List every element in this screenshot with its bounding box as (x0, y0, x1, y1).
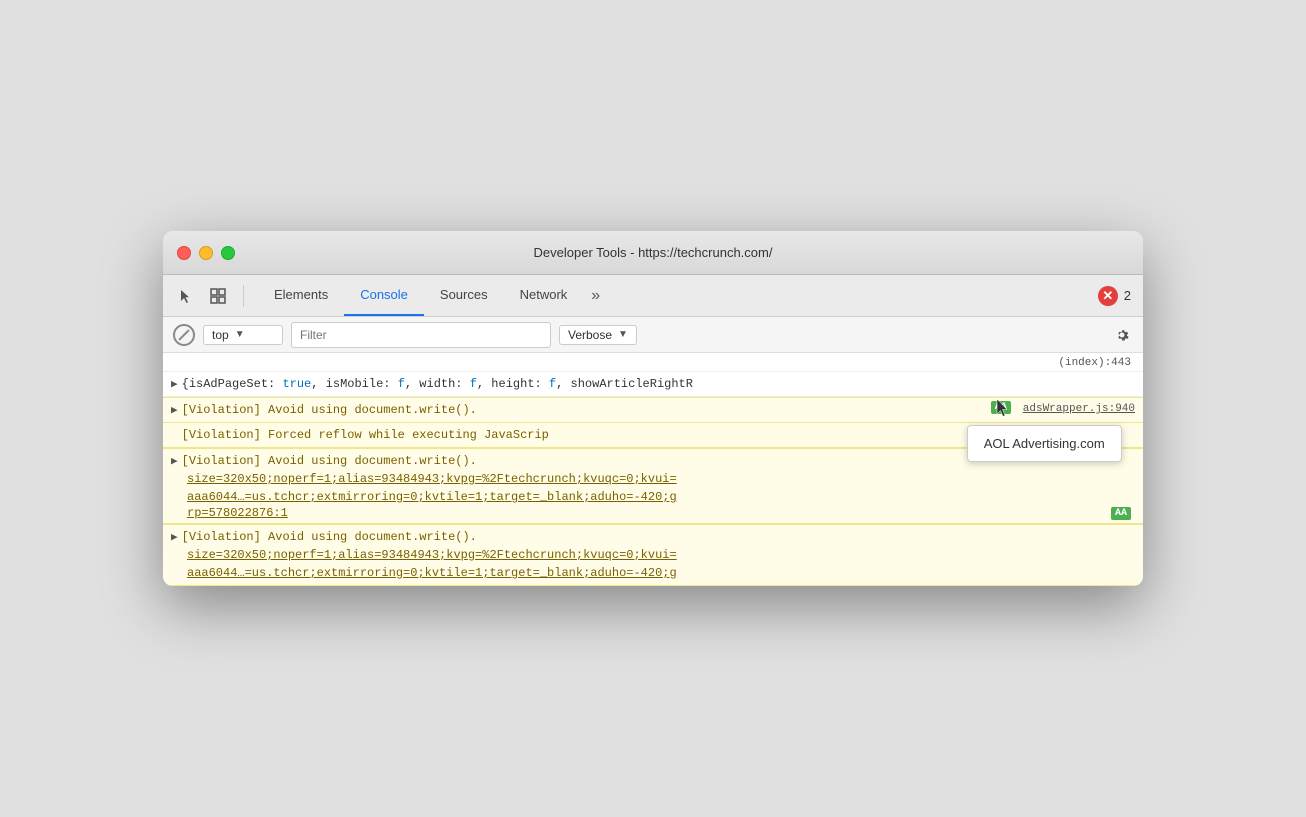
verbose-selector[interactable]: Verbose ▼ (559, 325, 637, 345)
log-row-violation-3: ▶ [Violation] Avoid using document.write… (163, 524, 1143, 586)
log-text: {isAdPageSet: true, isMobile: f, width: … (182, 375, 1135, 393)
window-title: Developer Tools - https://techcrunch.com… (534, 245, 773, 260)
tabs-container: Elements Console Sources Network » (258, 275, 1088, 316)
error-count: 2 (1124, 288, 1131, 303)
devtools-window: Developer Tools - https://techcrunch.com… (163, 231, 1143, 586)
tab-sources[interactable]: Sources (424, 275, 504, 316)
minimize-button[interactable] (199, 246, 213, 260)
index-line: (index):443 (163, 353, 1143, 372)
toolbar-divider (243, 285, 244, 307)
tab-network[interactable]: Network (504, 275, 584, 316)
error-badge: ✕ 2 (1098, 286, 1131, 306)
more-tabs-button[interactable]: » (583, 275, 608, 316)
expand-arrow-3[interactable]: ▶ (171, 528, 178, 544)
titlebar: Developer Tools - https://techcrunch.com… (163, 231, 1143, 275)
cursor-tool-icon[interactable] (175, 285, 197, 307)
log-url-2: aaa6044…=us.tchcr;extmirroring=0;kvtile=… (187, 488, 677, 506)
expand-arrow[interactable]: ▶ (171, 375, 178, 391)
log-row-object: ▶ {isAdPageSet: true, isMobile: f, width… (163, 372, 1143, 397)
maximize-button[interactable] (221, 246, 235, 260)
aa-badge-2[interactable]: AA (1111, 507, 1131, 520)
expand-arrow-2[interactable]: ▶ (171, 452, 178, 468)
console-toolbar: top ▼ Verbose ▼ (163, 317, 1143, 353)
filter-input[interactable] (291, 322, 551, 348)
log-url-1: size=320x50;noperf=1;alias=93484943;kvpg… (187, 470, 677, 488)
log-text-1: [Violation] Avoid using document.write()… (182, 401, 987, 419)
context-selector[interactable]: top ▼ (203, 325, 283, 345)
console-content: (index):443 ▶ {isAdPageSet: true, isMobi… (163, 353, 1143, 586)
traffic-lights (177, 246, 235, 260)
log-url-4: size=320x50;noperf=1;alias=93484943;kvpg… (187, 546, 677, 564)
tab-bar: Elements Console Sources Network » ✕ 2 (163, 275, 1143, 317)
tab-elements[interactable]: Elements (258, 275, 344, 316)
tooltip-popup: AOL Advertising.com (967, 425, 1122, 462)
expand-arrow-1[interactable]: ▶ (171, 401, 178, 417)
inspect-icon[interactable] (207, 285, 229, 307)
index-link[interactable]: (index):443 (1058, 357, 1131, 369)
log-row-violation-1: ▶ [Violation] Avoid using document.write… (163, 397, 1143, 423)
aa-badge-container: AA AOL Advertising.com (987, 401, 1015, 415)
cursor-icon (995, 397, 1011, 419)
close-button[interactable] (177, 246, 191, 260)
block-icon[interactable] (173, 324, 195, 346)
log-text-3: [Violation] Avoid using document.write()… (182, 528, 1135, 546)
log-source-1[interactable]: adsWrapper.js:940 (1023, 401, 1135, 415)
error-icon: ✕ (1098, 286, 1118, 306)
verbose-chevron-icon: ▼ (618, 329, 628, 340)
settings-icon[interactable] (1111, 324, 1133, 346)
log-url-3[interactable]: rp=578022876:1 (187, 506, 1107, 520)
tab-console[interactable]: Console (344, 275, 424, 316)
chevron-down-icon: ▼ (235, 329, 245, 340)
log-url-5: aaa6044…=us.tchcr;extmirroring=0;kvtile=… (187, 564, 677, 582)
